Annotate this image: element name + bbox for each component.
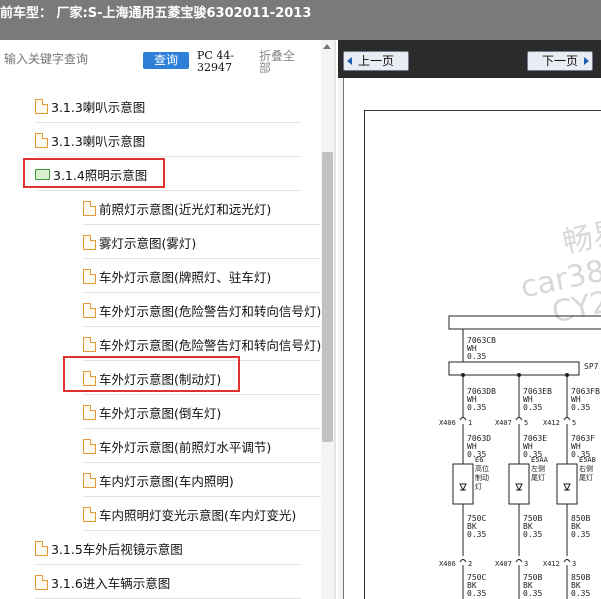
tree-item-label: 3.1.3喇叭示意图	[51, 99, 146, 115]
connector-id: X407	[495, 419, 512, 427]
tree-item-label: 雾灯示意图(雾灯)	[99, 235, 197, 251]
tree-item-vehicle-entry[interactable]: 3.1.6进入车辆示意图	[35, 566, 301, 599]
component-code: E6	[475, 456, 483, 464]
component-name: 右侧	[579, 464, 593, 473]
lamp-icon	[515, 483, 523, 492]
tree-item-horn-1[interactable]: 3.1.3喇叭示意图	[35, 90, 301, 123]
vehicle-title: 前车型： 厂家:S-上海通用五菱宝骏6302011-2013	[0, 6, 312, 21]
tree-item-label: 车内灯示意图(车内照明)	[99, 473, 234, 489]
document-icon	[83, 302, 96, 318]
connector-pin	[459, 417, 467, 421]
document-icon	[35, 132, 48, 148]
splice-dot	[517, 373, 521, 377]
scroll-up-arrow-icon[interactable]	[323, 44, 331, 49]
branch-wire-size: 0.35	[467, 403, 486, 412]
connector-pin-number: 5	[572, 419, 576, 427]
document-icon	[35, 98, 48, 114]
branch-wire-size: 0.35	[571, 403, 590, 412]
document-icon	[83, 336, 96, 352]
component-code: E5AA	[531, 456, 549, 464]
wiring-diagram: 7063CB WH 0.35 SP7 7063DBWH0.35X406 17063…	[439, 315, 601, 599]
top-bus-bar	[448, 315, 601, 330]
component-name: 制动	[475, 473, 489, 482]
tree-item-interior-dimming[interactable]: 车内照明灯变光示意图(车内灯变光)	[83, 498, 333, 531]
connector-id: X412	[543, 560, 560, 568]
toc-panel: 查询 PC 44-32947 折叠全部 3.1.3喇叭示意图 3.1.3喇叭示意…	[0, 40, 336, 599]
highlight-lighting-folder	[23, 158, 165, 188]
connector-pin	[563, 417, 571, 421]
connector-pin-number: 2	[468, 560, 472, 568]
lamp-icon	[563, 483, 571, 492]
document-icon	[83, 200, 96, 216]
ground-wire-size: 0.35	[571, 530, 590, 539]
tree-item-mirror[interactable]: 3.1.5车外后视镜示意图	[35, 532, 301, 565]
connector-id: X407	[495, 560, 512, 568]
tree-item-label: 前照灯示意图(近光灯和远光灯)	[99, 201, 272, 217]
splice-dot	[461, 373, 465, 377]
tree-item-label: 3.1.6进入车辆示意图	[51, 575, 171, 591]
ground-wire-size: 0.35	[571, 589, 590, 598]
tree-item-interior-lighting[interactable]: 车内灯示意图(车内照明)	[83, 464, 333, 497]
connector-pin-number: 5	[524, 419, 528, 427]
tree-item-label: 3.1.5车外后视镜示意图	[51, 541, 183, 557]
document-icon	[83, 506, 96, 522]
tree-item-label: 车外灯示意图(危险警告灯和转向信号灯)	[99, 337, 322, 353]
top-wire-size: 0.35	[467, 352, 486, 361]
document-icon	[83, 438, 96, 454]
ground-wire-size: 0.35	[523, 530, 542, 539]
connector-pin	[563, 559, 571, 563]
tree-item-headlamp[interactable]: 前照灯示意图(近光灯和远光灯)	[83, 192, 333, 225]
app-header: 前车型： 厂家:S-上海通用五菱宝骏6302011-2013	[0, 0, 601, 40]
component-name: 尾灯	[579, 473, 593, 482]
connector-pin-number: 3	[524, 560, 528, 568]
branch-wire-size: 0.35	[523, 403, 542, 412]
document-icon	[83, 472, 96, 488]
component-code: E5AB	[579, 456, 596, 464]
connector-pin	[459, 559, 467, 563]
search-bar: 查询 PC 44-32947 折叠全部	[0, 40, 336, 84]
tree-item-horn-2[interactable]: 3.1.3喇叭示意图	[35, 124, 301, 157]
scrollbar-thumb[interactable]	[322, 152, 333, 442]
connector-id: X406	[439, 560, 456, 568]
splice-bar	[448, 361, 580, 376]
tree-item-label: 3.1.3喇叭示意图	[51, 133, 146, 149]
ground-wire-size: 0.35	[467, 530, 486, 539]
splice-label: SP7	[584, 362, 599, 371]
connector-id: X412	[543, 419, 560, 427]
component-name: 尾灯	[531, 473, 545, 482]
document-icon	[83, 404, 96, 420]
document-icon	[35, 540, 48, 556]
tree-item-label: 车内照明灯变光示意图(车内灯变光)	[99, 507, 297, 523]
document-icon	[35, 574, 48, 590]
search-input[interactable]	[4, 52, 134, 66]
component-name: 灯	[475, 482, 482, 491]
highlight-brake-lamp	[63, 356, 240, 392]
tree-item-reverse-lamp[interactable]: 车外灯示意图(倒车灯)	[83, 396, 333, 429]
ground-wire-size: 0.35	[523, 589, 542, 598]
tree-item-label: 车外灯示意图(危险警告灯和转向信号灯)	[99, 303, 322, 319]
tree-item-hazard-turn-1[interactable]: 车外灯示意图(危险警告灯和转向信号灯)	[83, 294, 333, 327]
ground-wire-size: 0.35	[467, 589, 486, 598]
tree-item-label: 车外灯示意图(牌照灯、驻车灯)	[99, 269, 272, 285]
document-icon	[83, 268, 96, 284]
panel-divider[interactable]	[334, 40, 336, 599]
lamp-icon	[459, 483, 467, 492]
connector-pin-number: 1	[468, 419, 472, 427]
tree-item-plate-park-lamp[interactable]: 车外灯示意图(牌照灯、驻车灯)	[83, 260, 333, 293]
component-name: 高位	[475, 464, 489, 473]
tree-item-label: 车外灯示意图(倒车灯)	[99, 405, 222, 421]
splice-dot	[565, 373, 569, 377]
pc-code: PC 44-32947	[197, 49, 235, 74]
connector-id: X406	[439, 419, 456, 427]
connector-pin	[515, 417, 523, 421]
tree-item-fog-lamp[interactable]: 雾灯示意图(雾灯)	[83, 226, 333, 259]
tree-item-label: 车外灯示意图(前照灯水平调节)	[99, 439, 272, 455]
tree-item-headlamp-leveling[interactable]: 车外灯示意图(前照灯水平调节)	[83, 430, 333, 463]
collapse-all-button[interactable]: 折叠全部	[259, 50, 303, 74]
document-icon	[83, 234, 96, 250]
component-name: 左侧	[531, 464, 545, 473]
connector-pin-number: 3	[572, 560, 576, 568]
connector-pin	[515, 559, 523, 563]
query-button[interactable]: 查询	[143, 52, 189, 69]
